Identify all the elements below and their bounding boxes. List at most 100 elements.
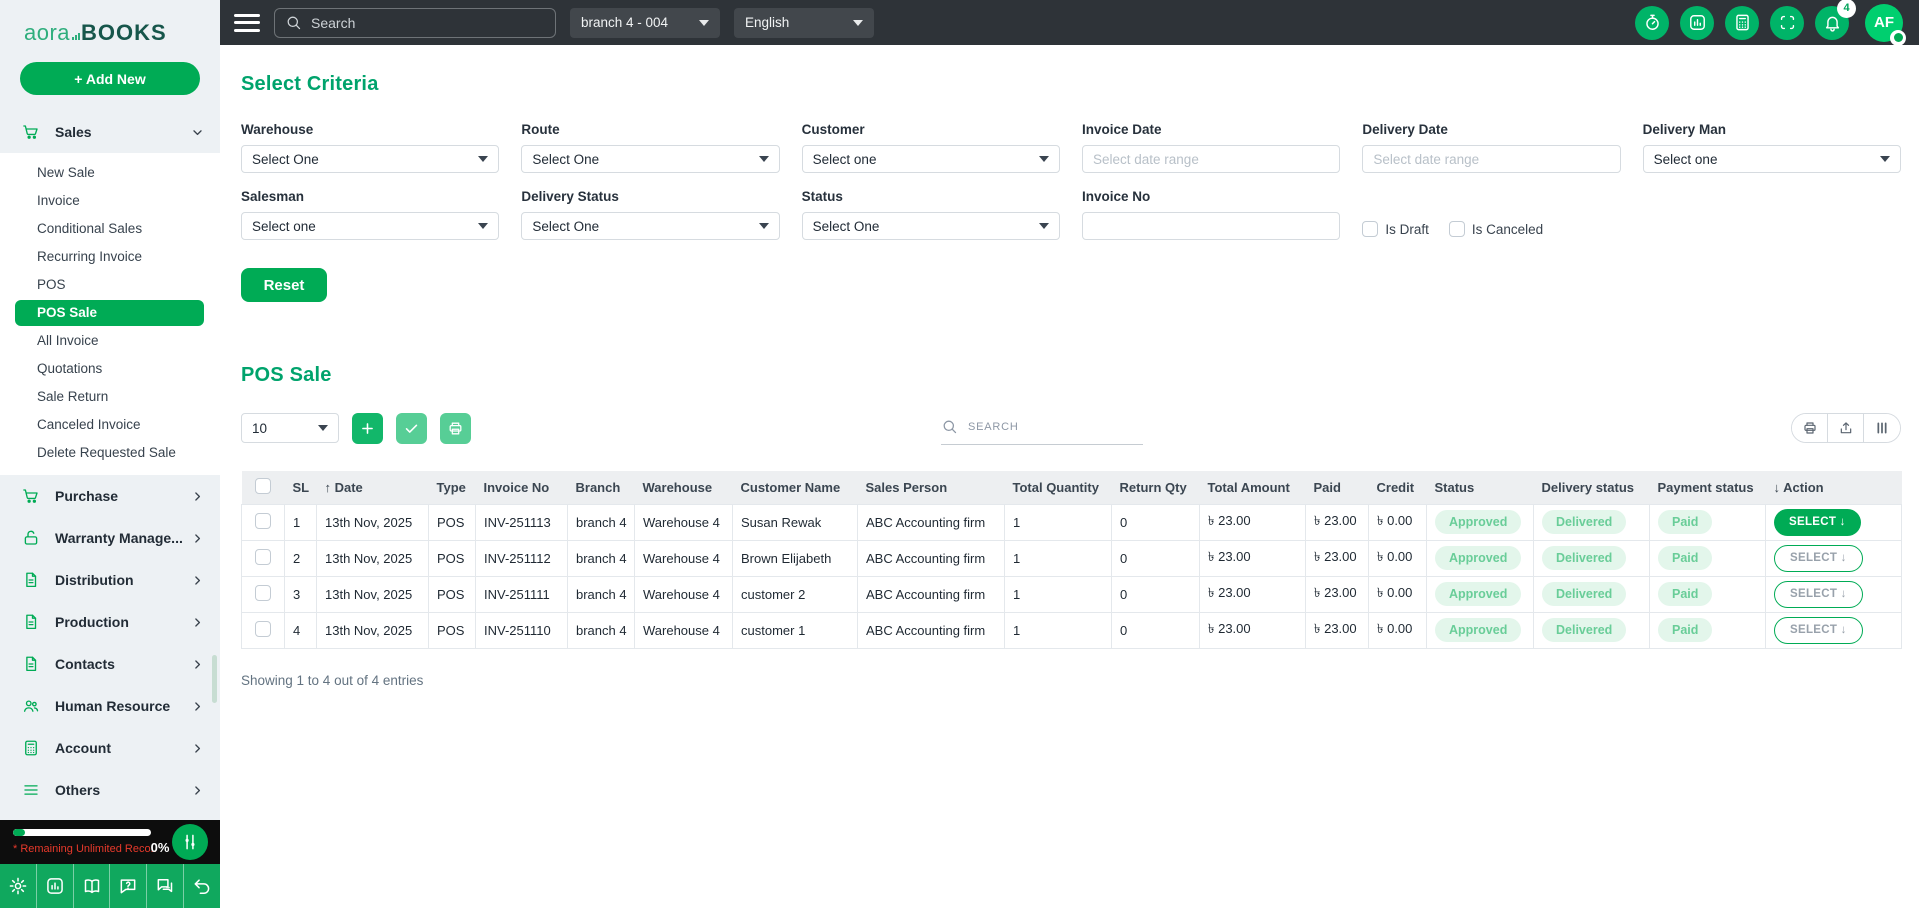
row-checkbox[interactable] bbox=[255, 584, 271, 601]
column-settings-button[interactable] bbox=[1864, 414, 1900, 442]
table-header-row: SL ↑ Date Type Invoice No Branch Warehouse Cus… bbox=[241, 471, 1902, 504]
sidebar-item-new-sale[interactable]: New Sale bbox=[0, 159, 220, 187]
is-canceled-checkbox[interactable] bbox=[1448, 221, 1465, 237]
reset-button[interactable]: Reset bbox=[241, 268, 327, 302]
calculator-button[interactable] bbox=[1725, 5, 1759, 40]
table-pagination-summary: Showing 1 to 4 out of 4 entries bbox=[241, 672, 424, 688]
sidebar-item-pos[interactable]: POS bbox=[0, 271, 220, 299]
select-button[interactable]: SELECT ↓ bbox=[1774, 616, 1863, 644]
print-table-button[interactable] bbox=[1792, 414, 1828, 442]
help-button[interactable] bbox=[110, 864, 148, 908]
docs-button[interactable] bbox=[74, 864, 111, 908]
brand-logo[interactable]: aora BOOKS bbox=[0, 0, 220, 46]
reports-button[interactable] bbox=[37, 864, 74, 908]
add-new-button[interactable]: + Add New bbox=[20, 62, 200, 95]
export-table-button[interactable] bbox=[1828, 414, 1864, 442]
is-canceled-option[interactable]: Is Canceled bbox=[1448, 221, 1543, 237]
sidebar-item-quotations[interactable]: Quotations bbox=[0, 355, 220, 383]
warehouse-select[interactable]: Select One bbox=[241, 145, 500, 173]
row-checkbox[interactable] bbox=[255, 620, 271, 637]
sidebar-section-human-resource[interactable]: Human Resource bbox=[0, 685, 220, 727]
sidebar-section-distribution[interactable]: Distribution bbox=[0, 559, 220, 601]
time-tracking-button[interactable] bbox=[1635, 5, 1669, 40]
column-header-action[interactable]: ↓ Action bbox=[1765, 471, 1902, 504]
column-header-invoice_no[interactable]: Invoice No bbox=[475, 471, 568, 504]
sidebar-item-canceled-invoice[interactable]: Canceled Invoice bbox=[0, 411, 220, 439]
column-header-status[interactable]: Status bbox=[1426, 471, 1534, 504]
column-header-sl[interactable]: SL bbox=[284, 471, 317, 504]
column-header-branch[interactable]: Branch bbox=[567, 471, 635, 504]
sidebar-section-warranty-manage[interactable]: Warranty Manage... bbox=[0, 517, 220, 559]
scan-button[interactable] bbox=[1770, 5, 1804, 40]
column-header-paid[interactable]: Paid bbox=[1305, 471, 1369, 504]
filter-warehouse: Warehouse Select One bbox=[241, 122, 500, 173]
filter-invoice-no: Invoice No bbox=[1082, 189, 1341, 240]
is-draft-checkbox[interactable] bbox=[1362, 221, 1379, 237]
column-header-sales_person[interactable]: Sales Person bbox=[857, 471, 1005, 504]
table-search-input[interactable] bbox=[968, 420, 1143, 433]
delivery-status-select[interactable]: Select One bbox=[521, 212, 780, 240]
sidebar-item-conditional-sales[interactable]: Conditional Sales bbox=[0, 215, 220, 243]
sidebar-section-contacts[interactable]: Contacts bbox=[0, 643, 220, 685]
select-all-checkbox[interactable] bbox=[255, 477, 271, 494]
column-header-return_qty[interactable]: Return Qty bbox=[1111, 471, 1200, 504]
select-button[interactable]: SELECT ↓ bbox=[1774, 544, 1863, 572]
sidebar-item-recurring-invoice[interactable]: Recurring Invoice bbox=[0, 243, 220, 271]
sidebar-section-others[interactable]: Others bbox=[0, 769, 220, 811]
is-draft-option[interactable]: Is Draft bbox=[1362, 221, 1429, 237]
invoice-no-input[interactable] bbox=[1093, 218, 1330, 234]
add-record-button[interactable] bbox=[352, 413, 383, 444]
preferences-button[interactable] bbox=[172, 824, 208, 860]
sidebar-section-sales[interactable]: Sales bbox=[0, 111, 220, 153]
chevron-down-icon bbox=[853, 19, 863, 26]
customer-select[interactable]: Select one bbox=[801, 145, 1060, 173]
row-checkbox[interactable] bbox=[255, 512, 271, 529]
cell-sales_person: ABC Accounting firm bbox=[857, 503, 1005, 541]
sidebar-item-delete-requested-sale[interactable]: Delete Requested Sale bbox=[0, 439, 220, 467]
brand-name-primary: aora bbox=[24, 20, 71, 45]
analytics-button[interactable] bbox=[1680, 5, 1714, 40]
notifications-button[interactable]: 4 bbox=[1815, 0, 1856, 40]
page-size-select[interactable]: 10 bbox=[241, 413, 339, 443]
global-search[interactable] bbox=[274, 7, 556, 38]
column-header-total_amount[interactable]: Total Amount bbox=[1199, 471, 1306, 504]
global-search-input[interactable] bbox=[311, 14, 545, 31]
salesman-select[interactable]: Select one bbox=[241, 212, 500, 240]
column-header-total_quantity[interactable]: Total Quantity bbox=[1004, 471, 1112, 504]
row-checkbox[interactable] bbox=[255, 548, 271, 565]
table-search[interactable] bbox=[941, 413, 1143, 445]
branch-select-value: branch 4 - 004 bbox=[581, 15, 669, 30]
chat-button[interactable] bbox=[147, 864, 185, 908]
sidebar-scrollbar[interactable] bbox=[212, 655, 217, 703]
sidebar-item-all-invoice[interactable]: All Invoice bbox=[0, 327, 220, 355]
menu-toggle-button[interactable] bbox=[234, 13, 260, 33]
column-header-warehouse[interactable]: Warehouse bbox=[634, 471, 733, 504]
column-header-type[interactable]: Type bbox=[428, 471, 476, 504]
sidebar-section-account[interactable]: Account bbox=[0, 727, 220, 769]
sidebar-item-sale-return[interactable]: Sale Return bbox=[0, 383, 220, 411]
user-avatar[interactable]: AF bbox=[1865, 3, 1906, 46]
sidebar-item-pos-sale[interactable]: POS Sale bbox=[15, 300, 204, 326]
column-header-payment_status[interactable]: Payment status bbox=[1649, 471, 1766, 504]
branch-select[interactable]: branch 4 - 004 bbox=[570, 7, 720, 38]
column-header-date[interactable]: ↑ Date bbox=[316, 471, 429, 504]
invoice-date-input[interactable] bbox=[1093, 151, 1330, 167]
delivery-man-select[interactable]: Select one bbox=[1642, 145, 1901, 173]
column-header-customer_name[interactable]: Customer Name bbox=[732, 471, 858, 504]
select-button[interactable]: SELECT ↓ bbox=[1774, 508, 1861, 536]
undo-button[interactable] bbox=[184, 864, 220, 908]
column-header-delivery_status[interactable]: Delivery status bbox=[1533, 471, 1650, 504]
language-select[interactable]: English bbox=[734, 7, 874, 38]
sidebar-section-purchase[interactable]: Purchase bbox=[0, 475, 220, 517]
delivery-date-input[interactable] bbox=[1373, 151, 1610, 167]
sidebar-item-invoice[interactable]: Invoice bbox=[0, 187, 220, 215]
approve-selected-button[interactable] bbox=[396, 413, 427, 444]
settings-button[interactable] bbox=[0, 864, 37, 908]
select-button[interactable]: SELECT ↓ bbox=[1774, 580, 1863, 608]
column-header-credit[interactable]: Credit bbox=[1368, 471, 1427, 504]
chevron-down-icon bbox=[1880, 156, 1890, 162]
status-select[interactable]: Select One bbox=[801, 212, 1060, 240]
route-select[interactable]: Select One bbox=[521, 145, 780, 173]
print-selected-button[interactable] bbox=[440, 413, 471, 444]
sidebar-section-production[interactable]: Production bbox=[0, 601, 220, 643]
